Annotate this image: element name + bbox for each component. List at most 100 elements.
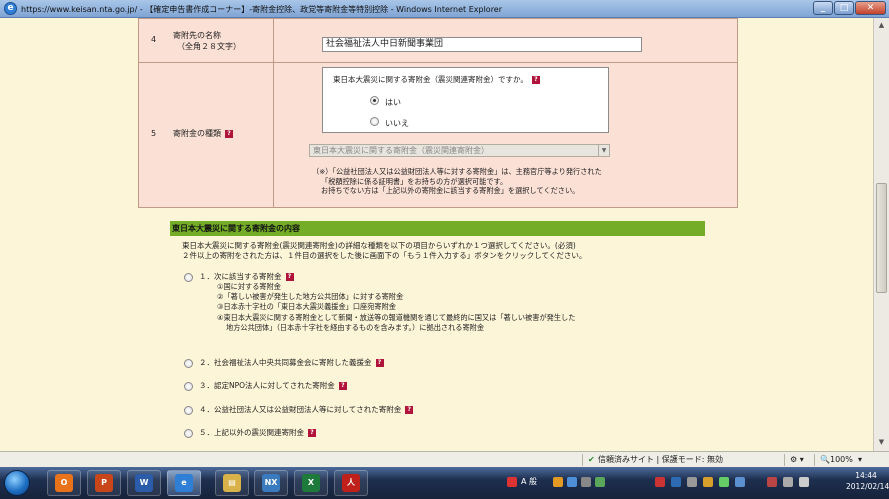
clock[interactable]: 14:44 2012/02/14 [846,470,889,492]
no-label[interactable]: いいえ [385,118,409,129]
option-label[interactable]: ５．上記以外の震災関連寄附金 [199,428,304,437]
disaster-question: 東日本大震災に関する寄附金（震災関連寄附金）ですか。 [333,75,528,84]
explorer-icon[interactable]: ▤ [215,470,249,496]
option-label[interactable]: ４．公益社団法人又は公益財団法人等に対してされた寄附金 [199,405,401,414]
option-label[interactable]: １．次に該当する寄附金 [199,272,282,281]
scroll-up-icon[interactable]: ▲ [876,20,887,31]
tray-icon[interactable] [767,477,777,487]
intro-line: 東日本大震災に関する寄附金(震災関連寄附金)の詳細な種類を以下の項目からいずれか… [182,241,576,250]
donation-form: 4 寄附先の名称 （全角２８文字） 社会福祉法人中日新聞事業団 5 寄附金の種類… [138,18,738,208]
yes-radio[interactable] [370,96,379,105]
start-button[interactable] [4,470,30,496]
help-icon[interactable]: ? [338,382,347,390]
excel-icon[interactable]: X [294,470,328,496]
option-label[interactable]: ２．社会福祉法人中央共同募金会に寄附した義援金 [199,358,372,367]
section-intro: 東日本大震災に関する寄附金(震災関連寄附金)の詳細な種類を以下の項目からいずれか… [182,241,586,261]
disaster-question-box: 東日本大震災に関する寄附金（震災関連寄附金）ですか。? はい いいえ [322,67,609,133]
nx-icon[interactable]: NX [254,470,288,496]
status-bar: ✔ 信頼済みサイト | 保護モード: 無効 ⚙ ▾ 🔍 100% ▾ [0,451,889,467]
ime-indicator[interactable]: A 般 [521,476,537,487]
tray-icon[interactable] [595,477,605,487]
security-zone[interactable]: 信頼済みサイト | 保護モード: 無効 [598,452,723,467]
scroll-thumb[interactable] [876,183,887,293]
status-divider [784,454,785,466]
option-radio[interactable] [184,272,193,282]
donation-type-select-value: 東日本大震災に関する寄附金（震災関連寄附金） [313,146,489,155]
recipient-name-hint: （全角２８文字） [177,42,241,51]
tray-icon[interactable] [567,477,577,487]
help-icon[interactable]: ? [405,406,414,414]
system-tray: A 般 [505,473,845,493]
help-icon[interactable]: ? [285,273,294,281]
note-text: （※）「公益社団法人又は公益財団法人等に対する寄附金」は、主務官庁等より発行され… [312,167,602,196]
recipient-name-label: 寄附先の名称 [173,31,221,40]
row4-label-cell: 4 寄附先の名称 （全角２８文字） [139,19,274,62]
tray-icon[interactable] [735,477,745,487]
row-recipient-name: 4 寄附先の名称 （全角２８文字） 社会福祉法人中日新聞事業団 [139,19,737,63]
detail-line: 地方公共団体」（日本赤十字社を経由するものを含みます。）に拠出される寄附金 [226,322,485,332]
row-donation-type: 5 寄附金の種類? 東日本大震災に関する寄附金（震災関連寄附金）ですか。? はい… [139,63,737,207]
help-icon[interactable]: ? [531,76,540,84]
tray-icon[interactable] [671,477,681,487]
volume-icon[interactable] [799,477,809,487]
maximize-button[interactable]: □ [834,1,854,15]
close-button[interactable]: ✕ [855,1,886,15]
zoom-icon[interactable]: 🔍 [820,452,830,467]
donation-type-label: 寄附金の種類 [173,129,221,138]
tray-icon[interactable] [719,477,729,487]
donation-type-select[interactable]: 東日本大震災に関する寄附金（震災関連寄附金） ▼ [309,144,610,157]
question-wrap: 東日本大震災に関する寄附金（震災関連寄附金）ですか。? [333,74,540,85]
tray-icon[interactable] [507,477,517,487]
network-icon[interactable] [783,477,793,487]
detail-line: ①国に対する寄附金 [217,282,281,291]
yes-label[interactable]: はい [385,97,401,108]
tray-icon[interactable] [553,477,563,487]
no-radio[interactable] [370,117,379,126]
zoom-level[interactable]: 100% [830,452,853,467]
help-icon[interactable]: ? [308,429,316,437]
chevron-down-icon[interactable]: ▾ [858,452,862,467]
tray-icon[interactable] [655,477,665,487]
help-icon[interactable]: ? [375,359,384,367]
option-3[interactable]: ３．認定NPO法人に対してされた寄附金? [184,380,347,391]
row-number: 5 [151,129,157,138]
word-icon[interactable]: W [127,470,161,496]
option-label[interactable]: ３．認定NPO法人に対してされた寄附金 [199,381,335,390]
tray-icon[interactable] [703,477,713,487]
ie-icon[interactable]: e [167,470,201,496]
option-4[interactable]: ４．公益社団法人又は公益財団法人等に対してされた寄附金? [184,404,414,415]
row-number: 4 [151,35,157,44]
donation-type-label-wrap: 寄附金の種類? [173,128,233,139]
ie-icon: e [4,2,17,15]
powerpoint-icon[interactable]: P [87,470,121,496]
detail-line: ④東日本大震災に関する寄附金として新聞・放送等の報道機関を通じて最終的に国又は「… [217,312,576,322]
detail-line: ③日本赤十字社の「東日本大震災義援金」口座宛寄附金 [217,302,396,312]
option-radio[interactable] [184,428,193,438]
option-5[interactable]: ５．上記以外の震災関連寄附金? [184,427,316,438]
option-radio[interactable] [184,381,193,391]
help-icon[interactable]: ? [225,129,233,138]
acrobat-icon[interactable]: 人 [334,470,368,496]
intro-line: ２件以上の寄附をされた方は、１件目の選択をした後に画面下の「もう１件入力する」ボ… [182,251,587,260]
tray-icon[interactable] [581,477,591,487]
clock-date: 2012/02/14 [846,482,889,491]
minimize-button[interactable]: _ [813,1,833,15]
chevron-down-icon[interactable]: ▼ [598,145,609,156]
page-icon[interactable]: ⚙ ▾ [790,452,804,467]
tray-icon[interactable] [687,477,697,487]
vertical-scrollbar[interactable]: ▲ ▼ [873,18,889,451]
title-bar: e https://www.keisan.nta.go.jp/ - 【確定申告書… [0,0,889,18]
option-1[interactable]: １．次に該当する寄附金? [184,271,294,282]
option-radio[interactable] [184,358,193,368]
scroll-down-icon[interactable]: ▼ [876,437,887,448]
status-divider [582,454,583,466]
status-divider [814,454,815,466]
clock-time: 14:44 [855,471,877,480]
row5-label-cell: 5 寄附金の種類? [139,63,274,207]
check-icon: ✔ [588,455,595,464]
note-line: 「税額控除に係る証明書」をお持ちの方が選択可能です。 [321,176,508,186]
recipient-name-input[interactable]: 社会福祉法人中日新聞事業団 [322,37,642,52]
option-radio[interactable] [184,405,193,415]
option-2[interactable]: ２．社会福祉法人中央共同募金会に寄附した義援金? [184,357,384,368]
outlook-icon[interactable]: O [47,470,81,496]
